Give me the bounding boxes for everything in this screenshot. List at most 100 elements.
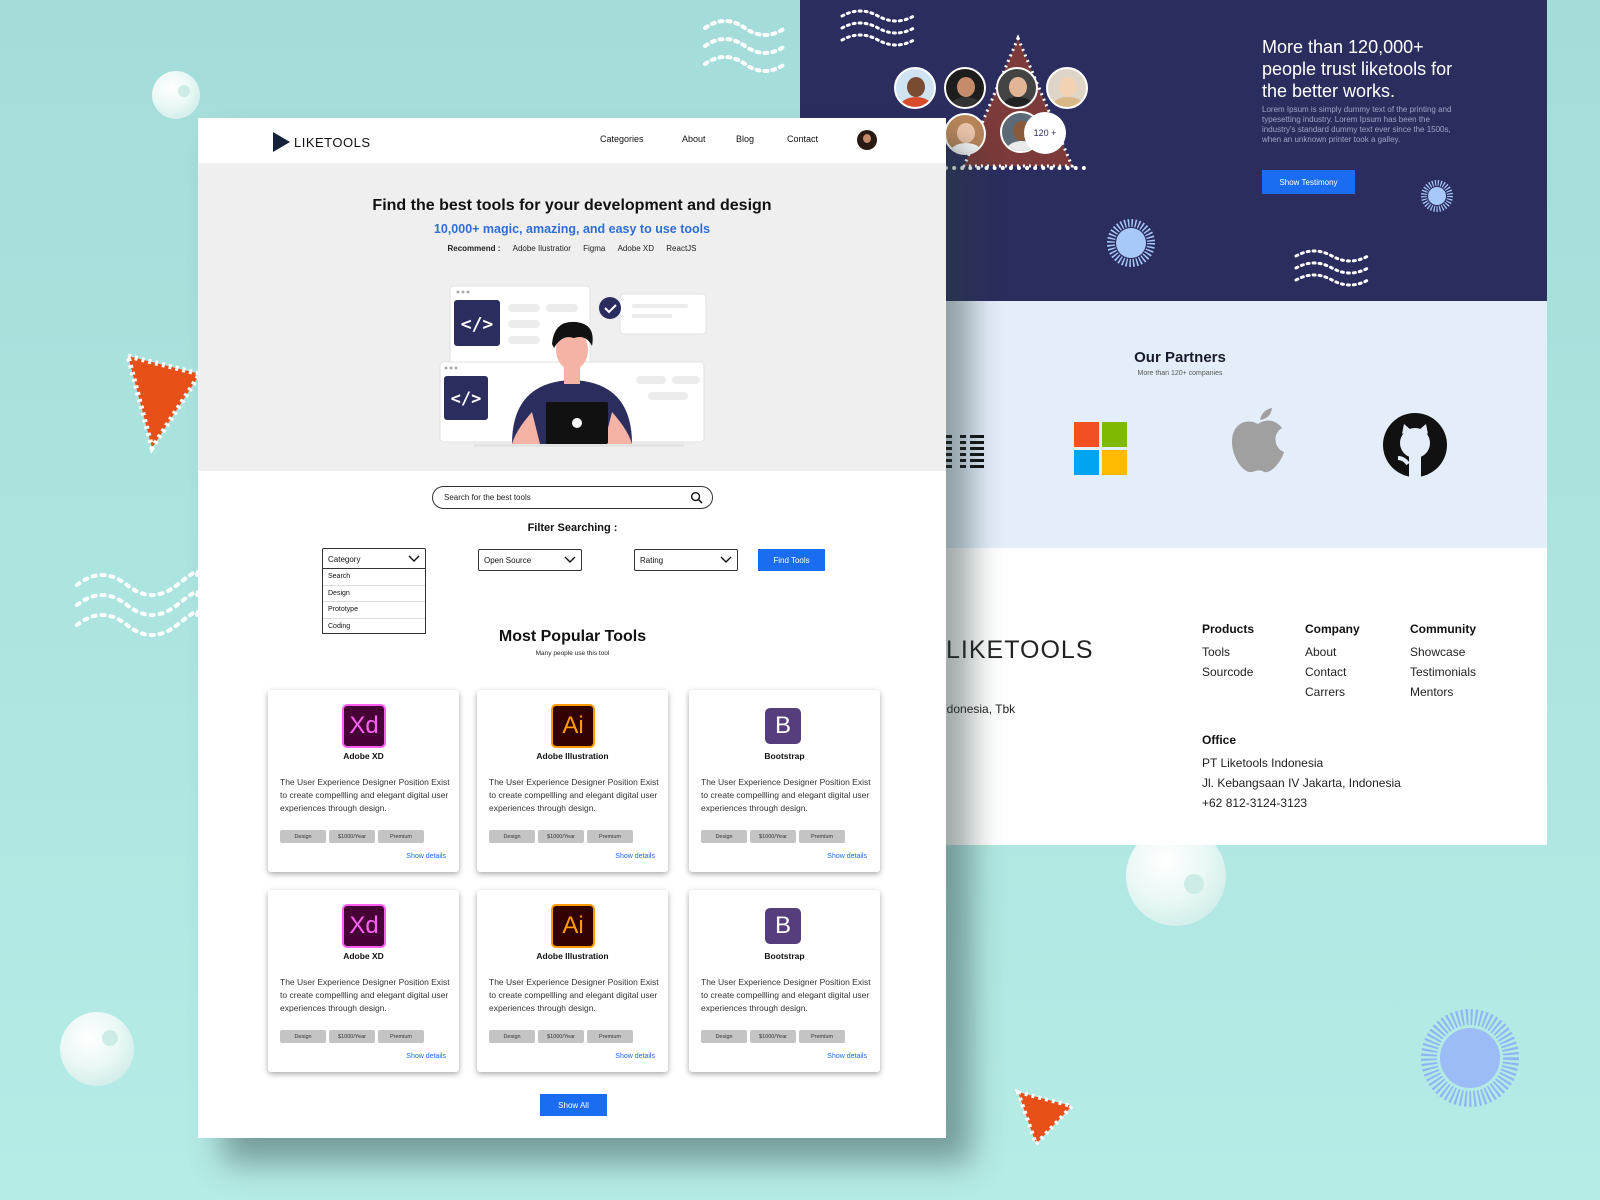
footer-link-contact[interactable]: Contact	[1305, 665, 1346, 679]
dropdown-option-coding[interactable]: Coding	[323, 619, 425, 636]
category-dropdown-list: Search Design Prototype Coding	[322, 568, 426, 634]
footer-link-about[interactable]: About	[1305, 645, 1336, 659]
show-details-link[interactable]: Show details	[615, 853, 655, 860]
decor-ball	[152, 71, 200, 119]
testimony-count-badge: 120 +	[1024, 112, 1066, 154]
footer-company-title: Company	[1305, 622, 1360, 636]
ibm-logo	[946, 433, 984, 471]
apple-logo	[1232, 408, 1284, 473]
tag-category: Design	[701, 830, 747, 843]
tag-tier: Premium	[378, 1030, 424, 1043]
chevron-down-icon	[720, 556, 732, 563]
tag-price: $1000/Year	[329, 830, 375, 843]
tool-card[interactable]: Ai Adobe Illustration The User Experienc…	[477, 890, 668, 1072]
nav-contact[interactable]: Contact	[787, 134, 818, 144]
category-select-value: Category	[328, 554, 361, 564]
avatar	[944, 113, 986, 155]
tag-category: Design	[280, 830, 326, 843]
github-logo	[1383, 413, 1447, 477]
recommend-link[interactable]: Adobe Ilustratior	[513, 244, 571, 253]
recommend-link[interactable]: ReactJS	[666, 244, 696, 253]
card-title: Bootstrap	[764, 951, 805, 961]
footer-link-tools[interactable]: Tools	[1202, 645, 1230, 659]
adobe-illustrator-icon: Ai	[551, 904, 595, 948]
tag-category: Design	[489, 830, 535, 843]
footer-link-sourcode[interactable]: Sourcode	[1202, 665, 1253, 679]
show-all-button[interactable]: Show All	[540, 1094, 607, 1116]
search-icon[interactable]	[690, 491, 703, 504]
show-details-link[interactable]: Show details	[615, 1053, 655, 1060]
recommend-row: Recommend : Adobe Ilustratior Figma Adob…	[198, 244, 946, 253]
navbar: LIKETOOLS Categories About Blog Contact	[198, 118, 946, 163]
brand-logo[interactable]: LIKETOOLS	[273, 132, 371, 152]
tag-price: $1000/Year	[750, 1030, 796, 1043]
chevron-down-icon	[564, 556, 576, 563]
footer-community-title: Community	[1410, 622, 1476, 636]
tag-price: $1000/Year	[538, 1030, 584, 1043]
show-details-link[interactable]: Show details	[406, 1053, 446, 1060]
dropdown-option-design[interactable]: Design	[323, 586, 425, 602]
rating-select-value: Rating	[640, 555, 664, 565]
nav-blog[interactable]: Blog	[736, 134, 754, 144]
search-placeholder: Search for the best tools	[444, 493, 531, 502]
find-tools-button[interactable]: Find Tools	[758, 549, 825, 571]
tag-price: $1000/Year	[329, 1030, 375, 1043]
wave-decoration	[840, 9, 916, 47]
bootstrap-icon: B	[765, 708, 801, 744]
show-details-link[interactable]: Show details	[827, 1053, 867, 1060]
tool-card[interactable]: Xd Adobe XD The User Experience Designer…	[268, 690, 459, 872]
tag-price: $1000/Year	[538, 830, 584, 843]
footer-logo: LIKETOOLS	[946, 636, 1094, 664]
nav-about[interactable]: About	[682, 134, 706, 144]
nav-categories[interactable]: Categories	[600, 134, 644, 144]
tool-card[interactable]: B Bootstrap The User Experience Designer…	[689, 690, 880, 872]
divider	[944, 166, 1086, 170]
card-description: The User Experience Designer Position Ex…	[701, 977, 871, 1013]
dropdown-option-search[interactable]: Search	[323, 569, 425, 586]
recommend-label: Recommend :	[447, 244, 501, 253]
footer-products-title: Products	[1202, 622, 1255, 636]
play-logo-icon	[273, 132, 290, 152]
show-details-link[interactable]: Show details	[827, 853, 867, 860]
developer-illustration: </> </>	[439, 285, 707, 447]
rating-select[interactable]: Rating	[634, 549, 738, 571]
testimony-title: More than 120,000+ people trust liketool…	[1262, 37, 1453, 101]
sunburst-decoration	[1421, 1009, 1519, 1107]
footer-link-testimonials[interactable]: Testimonials	[1410, 665, 1476, 679]
dropdown-option-prototype[interactable]: Prototype	[323, 602, 425, 619]
search-input[interactable]: Search for the best tools	[432, 486, 713, 509]
show-testimony-button[interactable]: Show Testimony	[1262, 170, 1355, 194]
footer-link-showcase[interactable]: Showcase	[1410, 645, 1465, 659]
footer-link-mentors[interactable]: Mentors	[1410, 685, 1453, 699]
recommend-link[interactable]: Figma	[583, 244, 605, 253]
user-avatar[interactable]	[857, 130, 877, 150]
card-description: The User Experience Designer Position Ex…	[489, 977, 659, 1013]
bootstrap-icon: B	[765, 908, 801, 944]
card-tags: Design $1000/Year Premium	[280, 1030, 424, 1043]
svg-text:</>: </>	[461, 314, 494, 335]
adobe-xd-icon: Xd	[342, 704, 386, 748]
sunburst-decoration	[1421, 180, 1453, 212]
license-select[interactable]: Open Source	[478, 549, 582, 571]
footer-company-name: ndonesia, Tbk	[940, 702, 1016, 716]
recommend-link[interactable]: Adobe XD	[618, 244, 654, 253]
tool-card[interactable]: B Bootstrap The User Experience Designer…	[689, 890, 880, 1072]
tag-tier: Premium	[587, 1030, 633, 1043]
category-select[interactable]: Category	[322, 548, 426, 570]
tag-category: Design	[280, 1030, 326, 1043]
card-description: The User Experience Designer Position Ex…	[280, 977, 450, 1013]
card-title: Adobe Illustration	[536, 951, 609, 961]
card-title: Adobe XD	[343, 951, 384, 961]
avatar	[944, 67, 986, 109]
footer-link-carrers[interactable]: Carrers	[1305, 685, 1345, 699]
tag-category: Design	[489, 1030, 535, 1043]
wave-decoration	[75, 569, 200, 637]
tag-tier: Premium	[587, 830, 633, 843]
tool-card[interactable]: Xd Adobe XD The User Experience Designer…	[268, 890, 459, 1072]
tool-card[interactable]: Ai Adobe Illustration The User Experienc…	[477, 690, 668, 872]
card-tags: Design $1000/Year Premium	[489, 1030, 633, 1043]
show-details-link[interactable]: Show details	[406, 853, 446, 860]
card-tags: Design $1000/Year Premium	[701, 830, 845, 843]
avatar	[1046, 67, 1088, 109]
card-title: Bootstrap	[764, 751, 805, 761]
